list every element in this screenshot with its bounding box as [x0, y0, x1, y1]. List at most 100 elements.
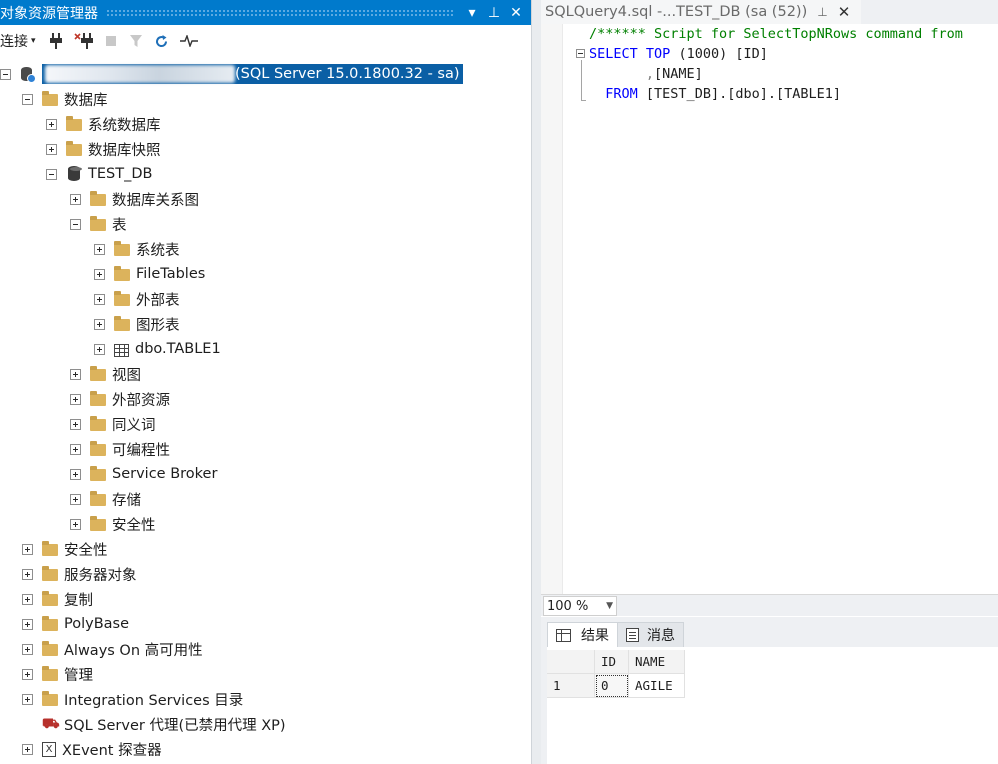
tab-results[interactable]: 结果 [547, 622, 618, 647]
folder-icon [114, 241, 130, 256]
expand-icon[interactable] [70, 468, 81, 480]
tree-node-server-objects[interactable]: 服务器对象 [22, 563, 137, 585]
expand-icon[interactable] [70, 393, 81, 405]
tab-sqlquery4[interactable]: SQLQuery4.sql -...TEST_DB (sa (52)) ⊥ ✕ [541, 0, 861, 24]
tree-node-db-security[interactable]: 安全性 [70, 513, 156, 535]
refresh-icon[interactable] [152, 30, 172, 52]
tree-node-system-databases[interactable]: 系统数据库 [46, 113, 161, 135]
expand-icon[interactable] [94, 243, 105, 255]
tree-node-integration-services[interactable]: Integration Services 目录 [22, 688, 243, 710]
tab-pin-icon[interactable]: ⊥ [817, 5, 827, 19]
tree-node-databases[interactable]: 数据库 [22, 88, 108, 110]
collapse-icon[interactable] [46, 168, 57, 180]
tree-node-storage[interactable]: 存储 [70, 488, 141, 510]
tree-node-test-db[interactable]: TEST_DB [46, 163, 152, 185]
expand-icon[interactable] [46, 143, 57, 155]
tree-node-programmability[interactable]: 可编程性 [70, 438, 170, 460]
tree-node-server[interactable]: (SQL Server 15.0.1800.32 - sa) [0, 63, 463, 85]
folder-icon [90, 216, 106, 231]
expand-icon[interactable] [22, 568, 33, 580]
expand-icon[interactable] [70, 518, 81, 530]
tree-node-label: 同义词 [112, 417, 156, 434]
grid-cell-name[interactable]: AGILE [629, 674, 685, 698]
tree-node-always-on[interactable]: Always On 高可用性 [22, 638, 203, 660]
tree-node-sql-agent[interactable]: ⛟ SQL Server 代理(已禁用代理 XP) [22, 713, 286, 735]
tree-node-tables[interactable]: 表 [70, 213, 127, 235]
folder-icon [42, 541, 58, 556]
folder-icon [90, 366, 106, 381]
tree-node-replication[interactable]: 复制 [22, 588, 93, 610]
expand-icon[interactable] [94, 293, 105, 305]
grid-corner[interactable] [547, 650, 595, 674]
expand-icon[interactable] [22, 618, 33, 630]
object-explorer-title: 对象资源管理器 [0, 5, 98, 22]
tab-close-icon[interactable]: ✕ [838, 3, 851, 21]
activity-monitor-icon[interactable] [178, 30, 200, 52]
expand-icon[interactable] [22, 643, 33, 655]
filter-icon[interactable] [126, 30, 146, 52]
expand-icon[interactable] [94, 318, 105, 330]
tree-node-security[interactable]: 安全性 [22, 538, 108, 560]
collapse-icon[interactable] [22, 93, 33, 105]
connect-button[interactable]: 连接 ▾ [0, 30, 40, 52]
auto-hide-pin-icon[interactable]: ⊥ [483, 5, 505, 21]
connect-label: 连接 [0, 34, 28, 50]
folder-icon [90, 391, 106, 406]
server-node-label[interactable]: (SQL Server 15.0.1800.32 - sa) [42, 64, 463, 84]
tree-node-db-diagrams[interactable]: 数据库关系图 [70, 188, 199, 210]
sql-editor[interactable]: /****** Script for SelectTopNRows comman… [541, 24, 998, 594]
tree-node-views[interactable]: 视图 [70, 363, 141, 385]
expand-icon[interactable] [70, 443, 81, 455]
expand-icon[interactable] [70, 193, 81, 205]
grid-cell-id[interactable]: 0 [595, 674, 629, 698]
tree-node-service-broker[interactable]: Service Broker [70, 463, 217, 485]
disconnect-plug-icon[interactable] [72, 30, 96, 52]
expand-icon[interactable] [70, 418, 81, 430]
expand-icon[interactable] [22, 543, 33, 555]
grid-column-header[interactable]: NAME [629, 650, 685, 674]
expand-icon[interactable] [94, 343, 105, 355]
expand-icon[interactable] [22, 593, 33, 605]
tree-node-management[interactable]: 管理 [22, 663, 93, 685]
close-panel-icon[interactable]: ✕ [505, 5, 527, 21]
titlebar-grip[interactable] [106, 9, 453, 16]
expand-icon[interactable] [70, 493, 81, 505]
folder-icon [90, 441, 106, 456]
expand-icon[interactable] [46, 118, 57, 130]
zoom-select[interactable]: 100 % ▼ [543, 596, 617, 616]
panel-splitter[interactable] [531, 0, 541, 764]
tree-node-filetables[interactable]: FileTables [94, 263, 205, 285]
tree-node-xevent[interactable]: X XEvent 探查器 [22, 738, 162, 760]
collapse-icon[interactable] [70, 218, 81, 230]
window-position-dropdown-icon[interactable]: ▾ [461, 5, 483, 21]
expand-icon[interactable] [22, 743, 33, 755]
keyword-from: FROM [605, 86, 638, 102]
tree-node-label: 数据库 [64, 92, 108, 109]
tree-node-synonyms[interactable]: 同义词 [70, 413, 156, 435]
tree-node-table1[interactable]: dbo.TABLE1 [94, 338, 221, 360]
tree-node-graph-tables[interactable]: 图形表 [94, 313, 180, 335]
tree-node-system-tables[interactable]: 系统表 [94, 238, 180, 260]
code-fold-collapse-icon[interactable] [576, 49, 585, 58]
expand-icon[interactable] [22, 693, 33, 705]
tree-node-external-tables[interactable]: 外部表 [94, 288, 180, 310]
tree-node-polybase[interactable]: PolyBase [22, 613, 129, 635]
collapse-icon[interactable] [0, 68, 11, 80]
tree-node-database-snapshots[interactable]: 数据库快照 [46, 138, 161, 160]
tree-node-label: 外部表 [136, 292, 180, 309]
folder-icon [90, 191, 106, 206]
tab-messages[interactable]: 消息 [617, 622, 684, 647]
tree-node-label: 存储 [112, 492, 141, 509]
grid-column-header[interactable]: ID [595, 650, 629, 674]
tree-node-external-resources[interactable]: 外部资源 [70, 388, 170, 410]
expand-icon[interactable] [22, 668, 33, 680]
connect-plug-icon[interactable] [46, 30, 66, 52]
tree-node-label: TEST_DB [88, 166, 153, 182]
stop-icon[interactable] [102, 30, 120, 52]
expand-icon[interactable] [94, 268, 105, 280]
tree-node-label: 外部资源 [112, 392, 170, 409]
query-document: SQLQuery4.sql -...TEST_DB (sa (52)) ⊥ ✕ … [541, 0, 998, 764]
grid-row-number[interactable]: 1 [547, 674, 595, 698]
expand-icon[interactable] [70, 368, 81, 380]
code-comma: , [645, 66, 655, 82]
